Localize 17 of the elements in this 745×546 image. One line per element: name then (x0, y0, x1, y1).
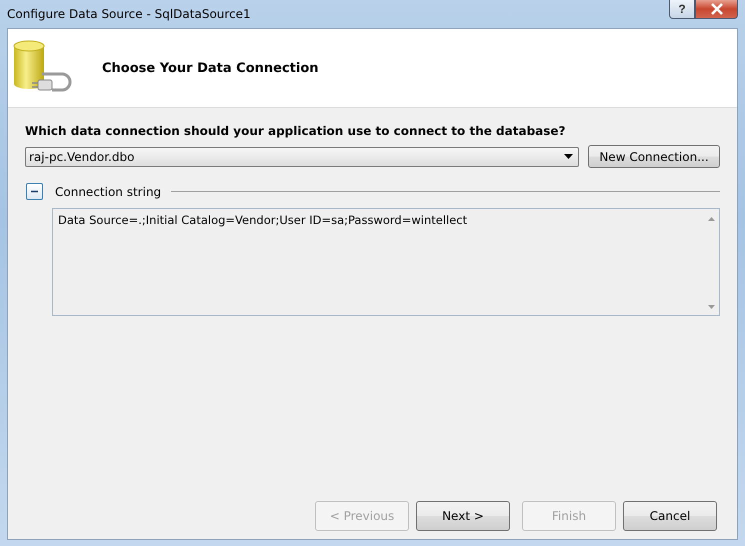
close-button[interactable] (695, 0, 738, 19)
collapse-toggle[interactable] (26, 183, 43, 200)
section-label: Connection string (55, 184, 162, 198)
database-plug-icon (12, 38, 74, 94)
wizard-button[interactable]: Cancel (623, 501, 717, 531)
scroll-down-icon (708, 305, 714, 309)
close-icon (710, 3, 724, 15)
help-button[interactable]: ? (669, 0, 695, 19)
connection-string-field[interactable]: Data Source=.;Initial Catalog=Vendor;User ID=sa;Password=wintellect (52, 208, 720, 316)
wizard-button[interactable]: Next > (416, 501, 510, 531)
new-connection-button[interactable]: New Connection... (588, 145, 720, 168)
scroll-up-icon (708, 217, 714, 221)
page-heading: Choose Your Data Connection (102, 60, 319, 76)
connection-dropdown[interactable]: raj-pc.Vendor.dbo (25, 146, 579, 166)
question-label: Which data connection should your application use to connect to the database? (25, 124, 566, 138)
dropdown-arrow-icon (564, 154, 573, 159)
window-title: Configure Data Source - SqlDataSource1 (7, 7, 251, 21)
